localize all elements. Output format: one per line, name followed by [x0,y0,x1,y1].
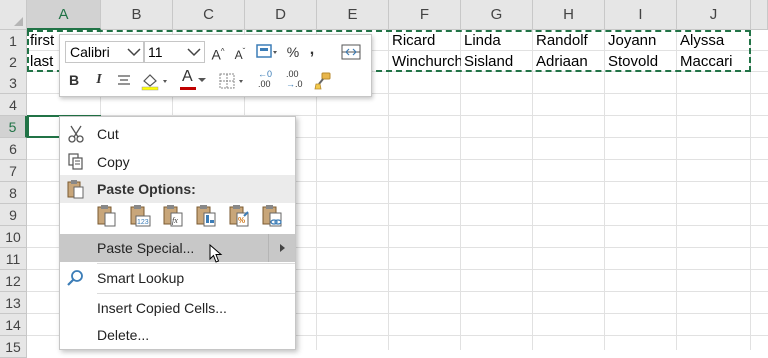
paste-values-icon[interactable]: 123 [129,204,151,228]
clipboard-icon [67,180,84,199]
paste-link-icon[interactable] [261,204,283,228]
submenu-divider [268,234,269,262]
row-header-2[interactable]: 2 [0,51,27,73]
chevron-down-icon[interactable] [126,44,142,60]
font-color-button[interactable]: A [180,68,208,93]
gridline [388,30,389,350]
font-name-value: Calibri [70,44,110,60]
menu-item-label: Delete... [97,327,150,343]
accounting-format-icon[interactable] [256,43,280,61]
italic-button[interactable]: I [92,69,106,91]
font-color-icon: A [182,68,193,85]
row-header-13[interactable]: 13 [0,292,27,314]
menu-item-insert-copied-cells[interactable]: Insert Copied Cells... [60,294,295,322]
increase-decimal-label: .00 [258,79,271,89]
row-header-5[interactable]: 5 [0,116,27,138]
decrease-decimal-button[interactable]: .00 →.0 [286,69,308,93]
column-header-i[interactable]: I [605,0,677,30]
row-header-9[interactable]: 9 [0,204,27,226]
paste-icon[interactable] [96,204,118,228]
mini-toolbar: Calibri 11 A^ Aˇ % , B I A ←0 .00 .00 →.… [59,34,372,97]
context-menu: Cut Copy Paste Options: 123 fx % Paste S… [59,116,296,350]
shrink-font-button[interactable]: Aˇ [232,41,248,63]
grow-font-button[interactable]: A^ [210,41,226,63]
align-center-icon[interactable] [117,74,131,88]
arrow-left-icon: ←0 [258,69,273,79]
fill-color-icon[interactable] [140,71,170,91]
menu-item-label: Cut [97,126,119,142]
menu-item-label: Smart Lookup [97,270,185,286]
paste-formatting-icon[interactable]: % [228,204,250,228]
font-size-box[interactable]: 11 [143,41,205,63]
increase-decimal-button[interactable]: ←0 .00 [258,69,280,93]
cut-icon [68,125,84,143]
menu-item-label: Paste Special... [97,240,195,256]
merge-center-icon[interactable] [341,43,363,61]
font-color-swatch [180,87,196,90]
comma-style-button[interactable]: , [306,39,318,61]
paste-values-badge: 123 [137,219,149,226]
shrink-font-icon: A [234,48,243,62]
menu-item-cut[interactable]: Cut [60,120,295,148]
grow-font-icon: A [211,46,221,63]
column-header-f[interactable]: F [389,0,461,30]
row-header-6[interactable]: 6 [0,138,27,160]
row-header-8[interactable]: 8 [0,182,27,204]
chevron-right-icon[interactable] [280,244,285,252]
row-header-15[interactable]: 15 [0,336,27,358]
font-name-box[interactable]: Calibri [65,41,145,63]
decrease-decimal-label: .0 [295,79,303,89]
column-header-g[interactable]: G [461,0,533,30]
format-painter-icon[interactable] [314,72,332,90]
column-header-c[interactable]: C [173,0,245,30]
search-icon [67,270,83,286]
menu-item-label: Insert Copied Cells... [97,300,227,316]
row-header-7[interactable]: 7 [0,160,27,182]
decrease-decimal-top: .00 [286,69,299,79]
row-header-4[interactable]: 4 [0,94,27,116]
menu-item-label: Copy [97,154,130,170]
chevron-down-icon[interactable] [186,44,202,60]
menu-item-smart-lookup[interactable]: Smart Lookup [60,264,295,292]
svg-text:%: % [238,216,245,225]
gridline [460,30,461,350]
percent-style-button[interactable]: % [286,41,300,63]
borders-icon[interactable] [218,71,248,91]
column-header-e[interactable]: E [317,0,389,30]
mouse-cursor-icon [209,244,223,263]
menu-item-copy[interactable]: Copy [60,148,295,176]
column-header-k[interactable] [751,0,768,30]
menu-item-delete[interactable]: Delete... [60,321,295,349]
gridline [676,30,677,350]
arrow-right-icon: → [286,79,295,89]
bold-button[interactable]: B [67,69,81,91]
paste-options-header: Paste Options: [60,175,295,203]
menu-item-label: Paste Options: [97,181,196,197]
chevron-down-icon[interactable] [198,77,206,83]
paste-formulas-icon[interactable]: fx [162,204,184,228]
menu-item-paste-special[interactable]: Paste Special... [60,234,295,262]
paste-transpose-icon[interactable] [195,204,217,228]
row-header-10[interactable]: 10 [0,226,27,248]
row-header-3[interactable]: 3 [0,72,27,94]
select-all-corner[interactable] [0,0,27,30]
paste-formulas-badge: fx [172,216,178,225]
row-header-1[interactable]: 1 [0,30,27,52]
column-header-d[interactable]: D [245,0,317,30]
gridline [532,30,533,350]
copy-icon [68,153,83,170]
gridline [604,30,605,350]
row-header-11[interactable]: 11 [0,248,27,270]
row-header-12[interactable]: 12 [0,270,27,292]
gridline [750,30,751,350]
column-header-a[interactable]: A [27,0,101,30]
column-header-h[interactable]: H [533,0,605,30]
column-header-b[interactable]: B [101,0,173,30]
row-header-14[interactable]: 14 [0,314,27,336]
column-header-j[interactable]: J [677,0,751,30]
font-size-value: 11 [148,44,163,60]
